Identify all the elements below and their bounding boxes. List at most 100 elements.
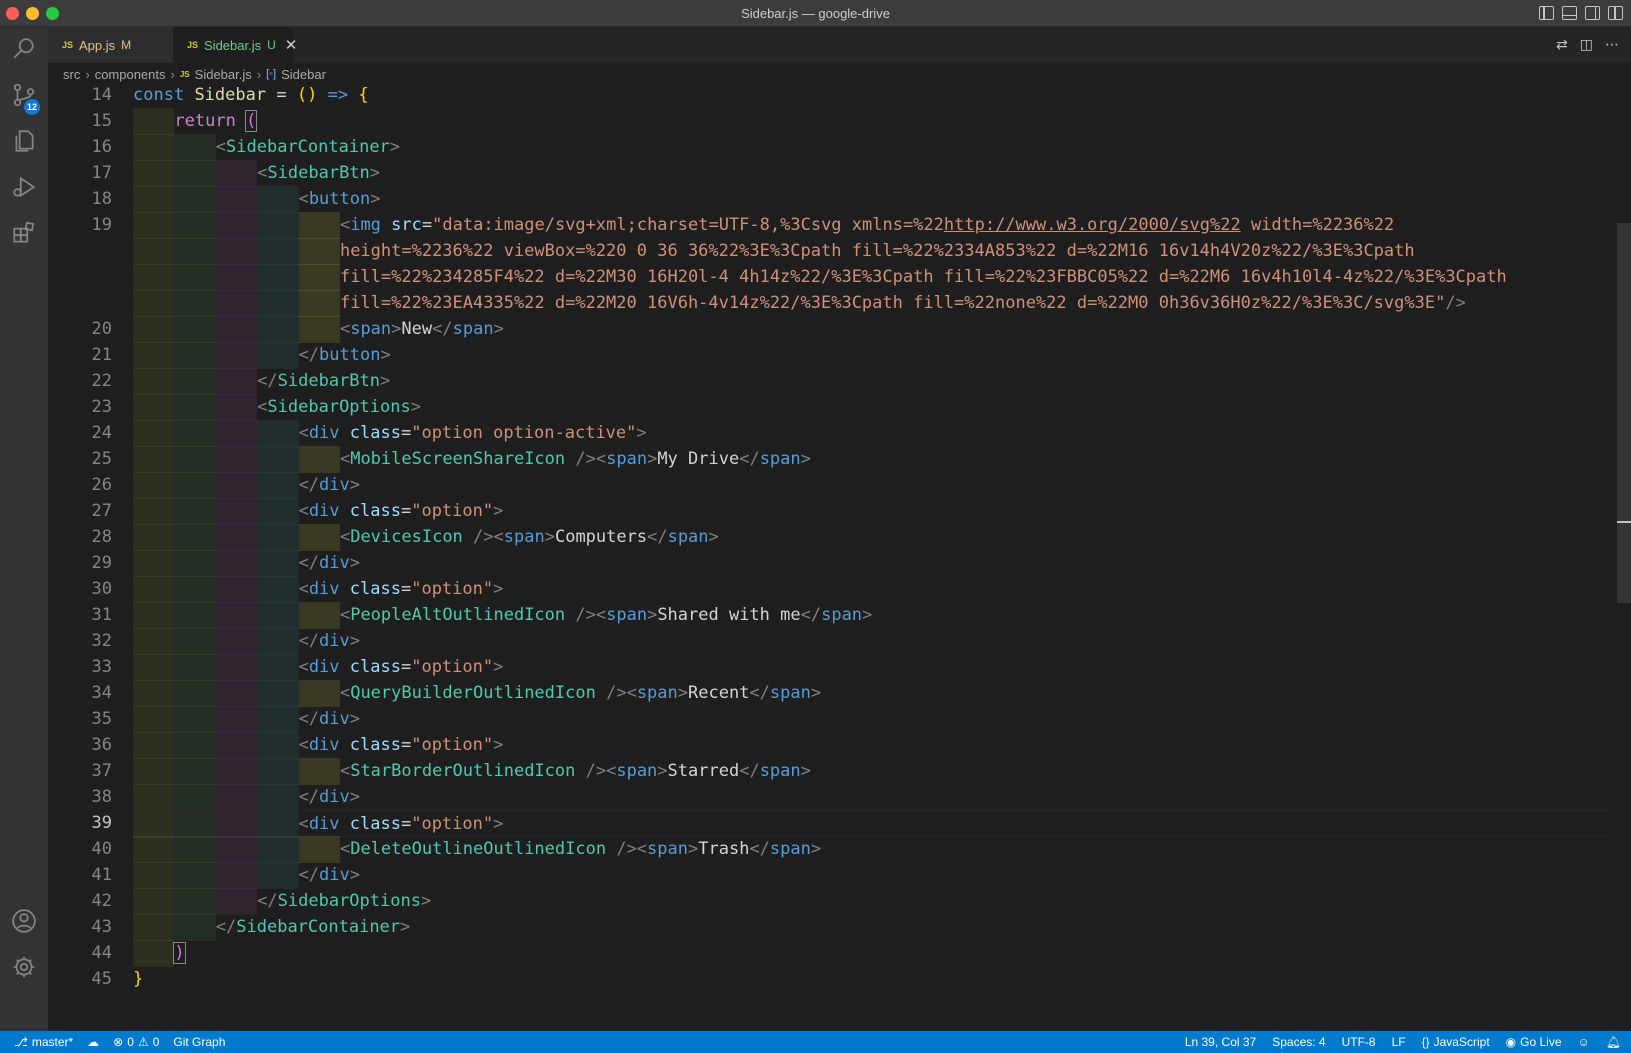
code-line[interactable]: </div> — [133, 472, 1613, 499]
code-token: DevicesIcon — [350, 527, 463, 547]
code-line[interactable]: <div class="option option-active"> — [133, 420, 1613, 447]
settings-gear-icon[interactable] — [10, 953, 38, 981]
toggle-panel-icon[interactable] — [1562, 6, 1577, 20]
breadcrumb-file[interactable]: Sidebar.js — [195, 67, 252, 82]
account-icon[interactable] — [10, 907, 38, 935]
scrollbar-thumb[interactable] — [1617, 223, 1631, 603]
line-number: 25 — [91, 449, 112, 469]
cursor-position[interactable]: Ln 39, Col 37 — [1185, 1035, 1256, 1049]
javascript-file-icon: JS — [62, 40, 74, 50]
open-changes-icon[interactable]: ⇄ — [1556, 36, 1568, 53]
code-token: span — [606, 449, 648, 469]
code-line[interactable]: fill=%22%234285F4%22 d=%22M30 16H20l-4 4… — [133, 264, 1613, 291]
customize-layout-icon[interactable] — [1608, 6, 1623, 20]
code-line[interactable]: <StarBorderOutlinedIcon /><span>Starred<… — [133, 758, 1613, 785]
code-line[interactable]: ) — [133, 940, 1613, 967]
code-line[interactable]: </SidebarBtn> — [133, 368, 1613, 395]
eol-setting[interactable]: LF — [1392, 1035, 1406, 1049]
code-line[interactable]: </button> — [133, 342, 1613, 369]
line-number: 26 — [91, 475, 112, 495]
code-line[interactable]: </div> — [133, 706, 1613, 733]
branch-indicator[interactable]: ⎇ master* — [14, 1035, 73, 1049]
more-actions-icon[interactable]: ⋯ — [1605, 36, 1619, 53]
encoding-setting[interactable]: UTF-8 — [1342, 1035, 1376, 1049]
code-punctuation: < — [339, 215, 351, 235]
code-token: () — [296, 85, 318, 105]
code-token: const — [133, 85, 185, 105]
code-line[interactable]: </div> — [133, 550, 1613, 577]
code-line[interactable]: </div> — [133, 628, 1613, 655]
code-token: QueryBuilderOutlinedIcon — [350, 683, 596, 703]
breadcrumb-src[interactable]: src — [63, 67, 80, 82]
code-line[interactable]: </div> — [133, 784, 1613, 811]
git-graph-button[interactable]: Git Graph — [173, 1035, 225, 1049]
code-line[interactable]: <div class="option"> — [133, 498, 1613, 525]
code-line[interactable]: <img src="data:image/svg+xml;charset=UTF… — [133, 212, 1613, 239]
notifications-bell-icon[interactable]: 🔔︎ — [1606, 1035, 1621, 1049]
code-line[interactable]: const Sidebar = () => { — [133, 85, 1613, 109]
code-line[interactable]: <SidebarBtn> — [133, 160, 1613, 187]
toggle-secondary-sidebar-icon[interactable] — [1585, 6, 1600, 20]
tab-sidebar-js[interactable]: JS Sidebar.js U ✕ — [173, 27, 297, 63]
indent-guide — [174, 134, 216, 161]
code-punctuation: < — [298, 735, 309, 755]
indent-guide — [174, 550, 216, 577]
indent-guide — [174, 472, 216, 499]
code-line[interactable]: height=%2236%22 viewBox=%220 0 36 36%22%… — [133, 238, 1613, 265]
code-line[interactable]: </SidebarOptions> — [133, 888, 1613, 915]
code-token: SidebarContainer — [226, 137, 390, 157]
code-punctuation: = — [400, 657, 412, 677]
code-line[interactable]: <MobileScreenShareIcon /><span>My Drive<… — [133, 446, 1613, 473]
toggle-primary-sidebar-icon[interactable] — [1539, 6, 1554, 20]
code-punctuation: < — [298, 657, 309, 677]
code-line[interactable]: fill=%22%23EA4335%22 d=%22M20 16V6h-4v14… — [133, 290, 1613, 317]
explorer-icon[interactable] — [10, 127, 38, 155]
code-punctuation: > — [708, 527, 719, 547]
line-number: 20 — [91, 319, 112, 339]
code-line[interactable]: <SidebarContainer> — [133, 134, 1613, 161]
code-line[interactable]: <QueryBuilderOutlinedIcon /><span>Recent… — [133, 680, 1613, 707]
breadcrumb-symbol[interactable]: Sidebar — [281, 67, 326, 82]
code-token: div — [319, 553, 350, 573]
breadcrumb: src › components › JS Sidebar.js › [◦] S… — [48, 63, 1631, 85]
indent-guide — [215, 524, 258, 551]
code-line[interactable]: <div class="option"> — [133, 654, 1613, 681]
code-editor[interactable]: 14 15 16 17 18 19 20 21 22 23 24 25 26 27 28 29 30 31 32 33… — [48, 85, 1631, 1031]
git-branch-icon: ⎇ — [14, 1035, 28, 1049]
code-line[interactable]: return ( — [133, 108, 1613, 135]
code-punctuation: > — [800, 449, 811, 469]
code-line[interactable]: <div class="option"> — [133, 732, 1613, 759]
tab-app-js[interactable]: JS App.js M — [48, 27, 173, 63]
code-line[interactable]: <DeleteOutlineOutlinedIcon /><span>Trash… — [133, 836, 1613, 863]
code-line[interactable]: <button> — [133, 186, 1613, 213]
code-line[interactable]: </div> — [133, 862, 1613, 889]
split-editor-icon[interactable]: ◫ — [1580, 36, 1593, 53]
code-line[interactable]: <DevicesIcon /><span>Computers</span> — [133, 524, 1613, 551]
code-line[interactable]: <div class="option"> — [133, 810, 1613, 838]
indent-guide — [174, 680, 216, 707]
code-line[interactable]: <PeopleAltOutlinedIcon /><span>Shared wi… — [133, 602, 1613, 629]
indent-guide — [257, 706, 299, 733]
feedback-icon[interactable]: ☺ — [1578, 1035, 1590, 1049]
indent-guide — [174, 238, 216, 265]
search-icon[interactable] — [10, 35, 38, 63]
extensions-icon[interactable] — [10, 219, 38, 247]
breadcrumb-components[interactable]: components — [95, 67, 166, 82]
run-debug-icon[interactable] — [10, 173, 38, 201]
close-tab-icon[interactable]: ✕ — [285, 36, 298, 54]
code-line[interactable]: <span>New</span> — [133, 316, 1613, 343]
go-live-button[interactable]: ◉ Go Live — [1506, 1035, 1562, 1049]
line-number: 23 — [91, 397, 112, 417]
language-mode[interactable]: {} JavaScript — [1422, 1035, 1490, 1049]
indentation-setting[interactable]: Spaces: 4 — [1272, 1035, 1325, 1049]
code-line[interactable]: <SidebarOptions> — [133, 394, 1613, 421]
indent-guide — [133, 212, 175, 239]
sync-button[interactable]: ☁ — [87, 1035, 99, 1049]
code-line[interactable]: <div class="option"> — [133, 576, 1613, 603]
vertical-scrollbar[interactable] — [1617, 85, 1631, 1031]
code-line[interactable]: </SidebarContainer> — [133, 914, 1613, 941]
problems-indicator[interactable]: ⊗ 0 ⚠ 0 — [113, 1035, 159, 1049]
tab-modified-status: M — [121, 38, 132, 52]
code-line[interactable]: } — [133, 966, 1613, 993]
